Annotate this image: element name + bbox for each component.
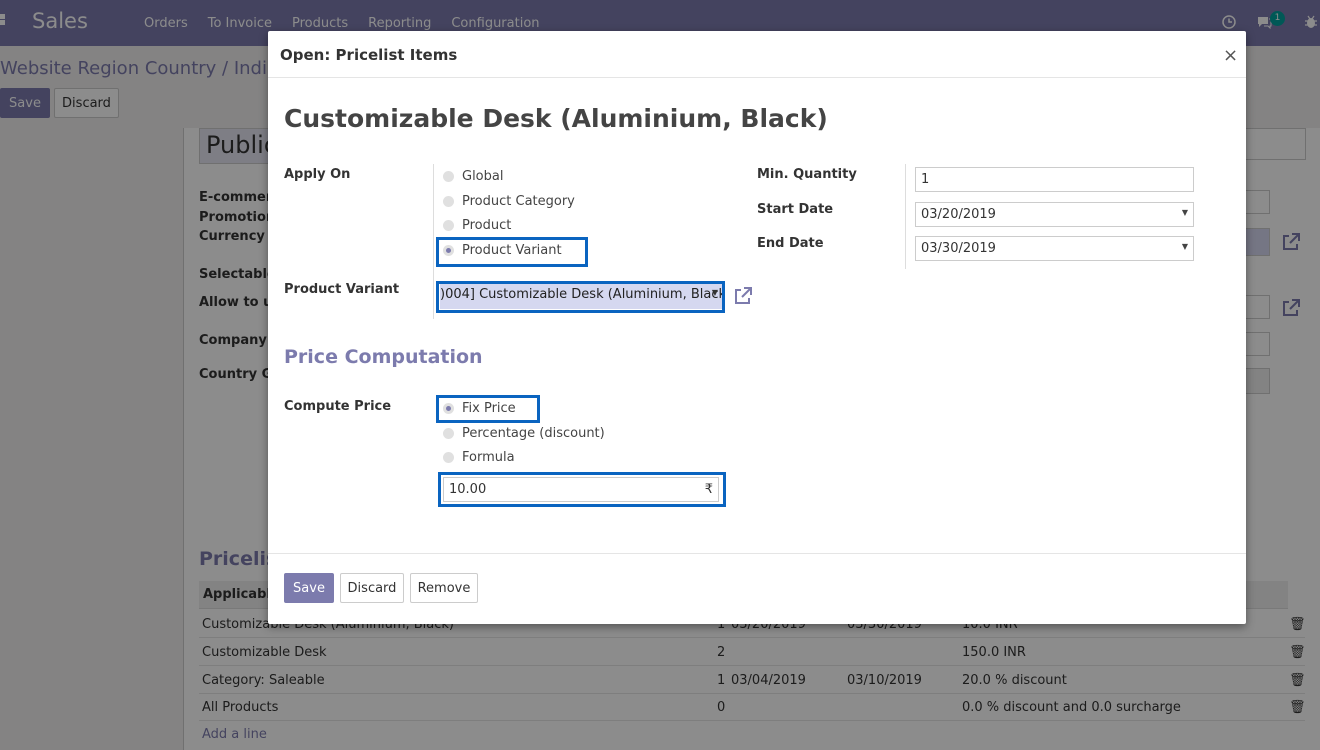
product-variant-label: Product Variant: [284, 282, 400, 297]
radio-label: Product Category: [462, 194, 575, 209]
end-date-label: End Date: [757, 236, 824, 251]
radio-button[interactable]: [443, 220, 454, 231]
start-date-label: Start Date: [757, 202, 834, 217]
external-link-icon[interactable]: [733, 286, 753, 306]
radio-button[interactable]: [443, 196, 454, 207]
modal-title: Open: Pricelist Items: [280, 46, 458, 64]
save-button[interactable]: Save: [284, 573, 334, 603]
end-date-input[interactable]: 03/30/2019 ▼: [915, 236, 1194, 261]
min-quantity-label: Min. Quantity: [757, 167, 857, 182]
close-icon[interactable]: ×: [1223, 45, 1238, 66]
radio-formula[interactable]: Formula: [443, 450, 515, 465]
highlight-box: [436, 395, 540, 423]
price-computation-title: Price Computation: [284, 346, 483, 368]
highlight-box: [436, 237, 588, 267]
compute-price-label: Compute Price: [284, 399, 392, 414]
chevron-down-icon[interactable]: ▼: [1182, 208, 1188, 217]
start-date-input[interactable]: 03/20/2019 ▼: [915, 202, 1194, 227]
radio-label: Global: [462, 169, 504, 184]
record-title: Customizable Desk (Aluminium, Black): [284, 104, 828, 133]
radio-global[interactable]: Global: [443, 169, 503, 184]
min-quantity-input[interactable]: 1: [915, 167, 1194, 192]
pricelist-item-dialog: Open: Pricelist Items × Customizable Des…: [268, 31, 1246, 624]
radio-product[interactable]: Product: [443, 218, 511, 233]
radio-button[interactable]: [443, 452, 454, 463]
radio-button[interactable]: [443, 171, 454, 182]
divider: [433, 164, 434, 319]
end-date-value: 03/30/2019: [921, 241, 996, 256]
chevron-down-icon[interactable]: ▼: [1182, 242, 1188, 251]
remove-button[interactable]: Remove: [410, 573, 478, 603]
radio-label: Formula: [462, 450, 515, 465]
radio-label: Product: [462, 218, 512, 233]
radio-percentage[interactable]: Percentage (discount): [443, 426, 605, 441]
apply-on-label: Apply On: [284, 167, 351, 182]
discard-button[interactable]: Discard: [340, 573, 404, 603]
modal-footer: Save Discard Remove: [268, 553, 1246, 624]
radio-button[interactable]: [443, 428, 454, 439]
start-date-value: 03/20/2019: [921, 207, 996, 222]
radio-label: Percentage (discount): [462, 426, 605, 441]
radio-product-category[interactable]: Product Category: [443, 194, 575, 209]
divider: [905, 164, 906, 269]
modal-header: Open: Pricelist Items ×: [268, 31, 1246, 78]
highlight-box: [436, 281, 725, 313]
highlight-box: [438, 472, 726, 507]
